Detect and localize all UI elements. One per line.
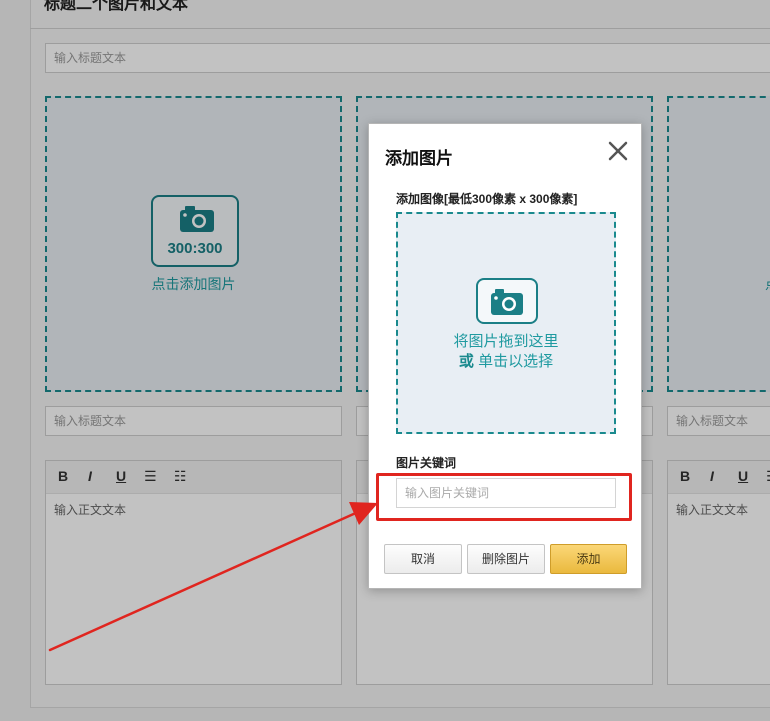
annotation-arrow bbox=[48, 502, 378, 652]
